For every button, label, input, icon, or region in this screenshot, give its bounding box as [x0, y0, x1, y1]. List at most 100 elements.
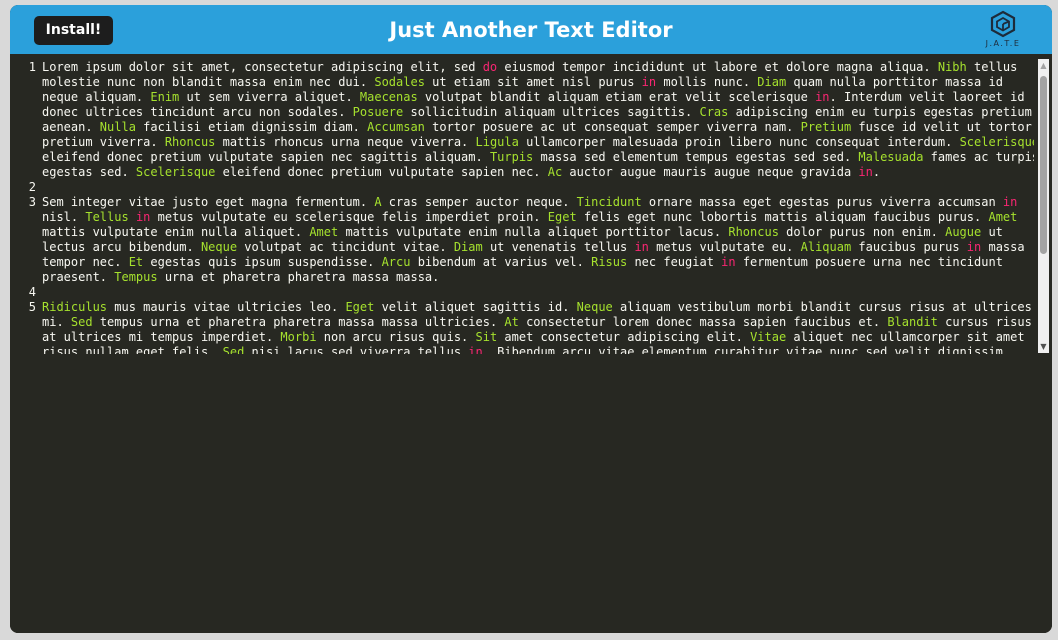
- code-line[interactable]: mattis vulputate enim nulla aliquet. Ame…: [42, 225, 1034, 240]
- highlighted-word: Pretium: [800, 120, 852, 134]
- text-token: aliquet nec ullamcorper sit amet: [786, 330, 1025, 344]
- text-token: . Interdum velit laoreet id: [829, 90, 1025, 104]
- keyword-token: in: [1002, 195, 1018, 209]
- title-bar: Install! Just Another Text Editor J.A.T.…: [10, 5, 1052, 54]
- editor-content[interactable]: 1 Lorem ipsum dolor sit amet, consectetur…: [20, 60, 1034, 354]
- text-token: fusce id velit ut tortor: [851, 120, 1032, 134]
- scroll-up-icon[interactable]: ▲: [1038, 59, 1049, 72]
- code-line[interactable]: Lorem ipsum dolor sit amet, consectetur …: [42, 60, 1034, 75]
- text-token: ut sem viverra aliquet.: [179, 90, 360, 104]
- text-token: dolor purus non enim.: [778, 225, 946, 239]
- text-token: mus mauris vitae ultricies leo.: [107, 300, 346, 314]
- text-token: amet consectetur adipiscing elit.: [497, 330, 751, 344]
- code-line[interactable]: risus nullam eget felis. Sed nisi lacus …: [42, 345, 1034, 354]
- text-token: volutpat blandit aliquam etiam erat veli…: [417, 90, 816, 104]
- text-token: metus vulputate eu scelerisque felis imp…: [150, 210, 548, 224]
- code-editor[interactable]: 1 Lorem ipsum dolor sit amet, consectetur…: [10, 54, 1052, 633]
- code-line[interactable]: lectus arcu bibendum. Neque volutpat ac …: [42, 240, 1034, 255]
- line-number: 3: [28, 195, 36, 209]
- highlighted-word: Nibh: [937, 60, 967, 74]
- code-line[interactable]: Ridiculus mus mauris vitae ultricies leo…: [42, 300, 1034, 315]
- text-token: cursus risus: [937, 315, 1032, 329]
- text-token: mollis nunc.: [656, 75, 758, 89]
- vertical-scrollbar[interactable]: ▲ ▼: [1038, 59, 1049, 353]
- text-token: felis eget nunc lobortis mattis aliquam …: [576, 210, 989, 224]
- code-line[interactable]: neque aliquam. Enim ut sem viverra aliqu…: [42, 90, 1034, 105]
- highlighted-word: A: [374, 195, 382, 209]
- keyword-token: do: [482, 60, 498, 74]
- text-token: velit aliquet sagittis id.: [374, 300, 577, 314]
- code-line[interactable]: pretium viverra. Rhoncus mattis rhoncus …: [42, 135, 1034, 150]
- highlighted-word: At: [504, 315, 519, 329]
- highlighted-word: Risus: [591, 255, 628, 269]
- highlighted-word: Aliquam: [800, 240, 852, 254]
- highlighted-word: Ac: [547, 165, 563, 179]
- highlighted-word: Tempus: [114, 270, 158, 284]
- highlighted-word: Blandit: [887, 315, 938, 329]
- highlighted-word: Sed: [222, 345, 245, 354]
- text-token: at ultrices mi tempus imperdiet.: [42, 330, 281, 344]
- logo-text: J.A.T.E: [985, 39, 1021, 48]
- scrollbar-thumb[interactable]: [1040, 76, 1047, 254]
- highlighted-word: Augue: [945, 225, 982, 239]
- highlighted-word: Neque: [200, 240, 238, 254]
- code-line[interactable]: Sem integer vitae justo eget magna ferme…: [42, 195, 1034, 210]
- code-line[interactable]: molestie nunc non blandit massa enim nec…: [42, 75, 1034, 90]
- code-line[interactable]: eleifend donec pretium vulputate sapien …: [42, 150, 1034, 165]
- text-token: fermentum posuere urna nec tincidunt: [735, 255, 1003, 269]
- text-token: tempor nec.: [42, 255, 129, 269]
- line-number: 5: [28, 300, 36, 314]
- text-token: mi.: [42, 315, 71, 329]
- text-token: neque aliquam.: [42, 90, 151, 104]
- text-token: eleifend donec pretium vulputate sapien …: [215, 165, 548, 179]
- highlighted-word: Posuere: [352, 105, 404, 119]
- highlighted-word: Arcu: [381, 255, 411, 269]
- app-logo: J.A.T.E: [978, 10, 1028, 52]
- highlighted-word: Morbi: [280, 330, 317, 344]
- code-line[interactable]: praesent. Tempus urna et pharetra pharet…: [42, 270, 1034, 285]
- text-token: nisi lacus sed viverra tellus: [244, 345, 469, 354]
- text-token: auctor augue mauris augue neque gravida: [562, 165, 859, 179]
- highlighted-word: Tincidunt: [576, 195, 642, 209]
- app-window: Install! Just Another Text Editor J.A.T.…: [10, 5, 1052, 633]
- text-token: eiusmod tempor incididunt ut labore et d…: [497, 60, 938, 74]
- highlighted-word: Ligula: [475, 135, 519, 149]
- highlighted-word: Rhoncus: [728, 225, 779, 239]
- highlighted-word: Sed: [70, 315, 93, 329]
- code-line[interactable]: aenean. Nulla facilisi etiam dignissim d…: [42, 120, 1034, 135]
- highlighted-word: Vitae: [750, 330, 787, 344]
- text-token: metus vulputate eu.: [648, 240, 801, 254]
- keyword-token: in: [468, 345, 483, 354]
- highlighted-word: Scelerisque: [135, 165, 216, 179]
- text-token: . Bibendum arcu vitae elementum curabitu…: [482, 345, 1011, 354]
- keyword-token: in: [815, 90, 830, 104]
- text-token: cras semper auctor neque.: [381, 195, 577, 209]
- text-token: egestas quis ipsum suspendisse.: [143, 255, 382, 269]
- code-line[interactable]: at ultrices mi tempus imperdiet. Morbi n…: [42, 330, 1034, 345]
- text-token: Sem integer vitae justo eget magna ferme…: [42, 195, 375, 209]
- code-line[interactable]: donec ultrices tincidunt arcu non sodale…: [42, 105, 1034, 120]
- scroll-down-icon[interactable]: ▼: [1038, 340, 1049, 353]
- highlighted-word: Enim: [150, 90, 180, 104]
- text-token: tortor posuere ac ut consequat semper vi…: [424, 120, 801, 134]
- highlighted-word: Malesuada: [858, 150, 924, 164]
- code-line[interactable]: nisl. Tellus in metus vulputate eu scele…: [42, 210, 1034, 225]
- highlighted-word: Turpis: [489, 150, 534, 164]
- code-line[interactable]: tempor nec. Et egestas quis ipsum suspen…: [42, 255, 1034, 270]
- text-token: volutpat ac tincidunt vitae.: [237, 240, 454, 254]
- text-token: adipiscing enim eu turpis egestas pretiu…: [728, 105, 1032, 119]
- text-token: faucibus purus: [851, 240, 967, 254]
- text-token: eleifend donec pretium vulputate sapien …: [42, 150, 490, 164]
- text-token: ullamcorper malesuada proin libero nunc …: [518, 135, 960, 149]
- text-token: mattis vulputate enim nulla aliquet.: [42, 225, 310, 239]
- text-token: fames ac turpis: [923, 150, 1034, 164]
- code-line[interactable]: egestas sed. Scelerisque eleifend donec …: [42, 165, 1034, 180]
- highlighted-word: Scelerisque: [959, 135, 1034, 149]
- keyword-token: in: [966, 240, 982, 254]
- text-token: nisl.: [42, 210, 86, 224]
- line-number: 4: [28, 285, 36, 299]
- code-line[interactable]: mi. Sed tempus urna et pharetra pharetra…: [42, 315, 1034, 330]
- text-token: massa: [981, 240, 1025, 254]
- keyword-token: in: [641, 75, 657, 89]
- text-token: ut etiam sit amet nisl purus: [424, 75, 642, 89]
